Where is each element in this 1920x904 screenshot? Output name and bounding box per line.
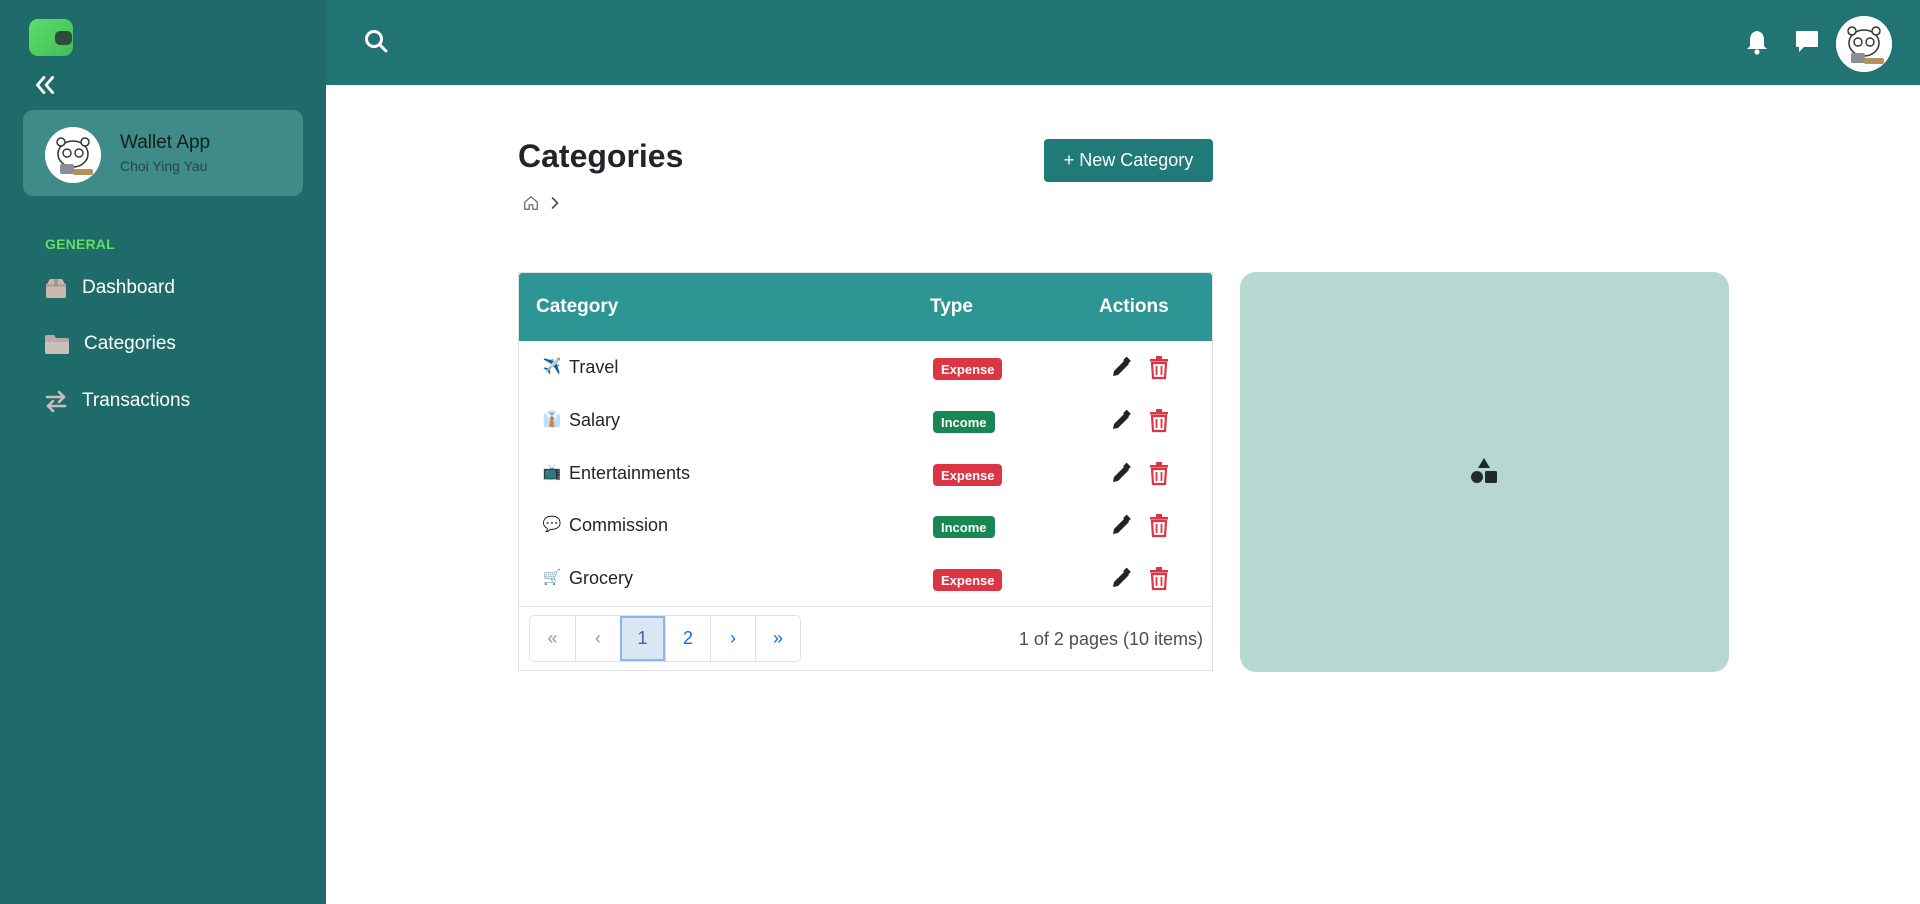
type-badge: Income	[933, 516, 995, 538]
type-badge: Expense	[933, 358, 1003, 380]
edit-pencil-icon[interactable]	[1109, 567, 1133, 591]
new-category-button[interactable]: + New Category	[1044, 139, 1213, 182]
sidebar: Wallet App Choi Ying Yau GENERAL Dashboa…	[0, 0, 326, 904]
user-avatar[interactable]	[1836, 16, 1892, 72]
category-name: Travel	[569, 357, 619, 377]
category-emoji-icon: 📺	[542, 464, 562, 481]
sidebar-item-label: Transactions	[82, 390, 191, 411]
type-badge: Expense	[933, 464, 1003, 486]
table-row: 🛒 Grocery Expense	[519, 552, 1212, 605]
table-header: Category Type Actions	[519, 273, 1212, 341]
category-name: Entertainments	[569, 463, 691, 483]
category-emoji-icon: 👔	[542, 411, 562, 428]
user-name: Choi Ying Yau	[120, 158, 208, 174]
avatar	[45, 127, 101, 183]
first-page-button[interactable]: «	[530, 616, 575, 661]
table-row: 👔 Salary Income	[519, 394, 1212, 447]
last-page-button[interactable]: »	[755, 616, 800, 661]
section-label-general: GENERAL	[45, 236, 115, 252]
arrows-swap-icon	[44, 389, 68, 413]
delete-trash-icon[interactable]	[1148, 566, 1170, 591]
category-name: Commission	[569, 515, 669, 535]
sidebar-item-label: Dashboard	[82, 277, 175, 298]
edit-pencil-icon[interactable]	[1109, 356, 1133, 380]
category-emoji-icon: ✈️	[542, 358, 562, 375]
sidebar-item-transactions[interactable]: Transactions	[44, 384, 190, 418]
search-icon[interactable]	[362, 27, 390, 55]
folder-icon	[44, 332, 70, 356]
category-emoji-icon: 💬	[542, 516, 562, 533]
page-title: Categories	[518, 138, 684, 174]
delete-trash-icon[interactable]	[1148, 461, 1170, 486]
bell-icon[interactable]	[1744, 28, 1770, 56]
column-header-type[interactable]: Type	[930, 296, 973, 318]
page-info: 1 of 2 pages (10 items)	[1018, 629, 1203, 649]
table-row: ✈️ Travel Expense	[519, 341, 1212, 394]
pagination: « ‹ 1 2 › »	[529, 615, 801, 662]
page-2-button[interactable]: 2	[665, 616, 710, 661]
topbar	[326, 0, 1920, 85]
app-name: Wallet App	[120, 132, 211, 153]
column-header-actions: Actions	[1099, 296, 1169, 317]
table-row: 📺 Entertainments Expense	[519, 447, 1212, 500]
page-1-button[interactable]: 1	[620, 616, 665, 661]
edit-pencil-icon[interactable]	[1109, 462, 1133, 486]
edit-pencil-icon[interactable]	[1109, 514, 1133, 538]
chat-icon[interactable]	[1794, 28, 1820, 54]
shapes-icon	[1469, 456, 1499, 486]
category-emoji-icon: 🛒	[542, 569, 562, 586]
home-icon[interactable]	[522, 194, 540, 217]
breadcrumb	[522, 194, 560, 217]
sidebar-item-label: Categories	[84, 333, 176, 354]
sidebar-item-dashboard[interactable]: Dashboard	[44, 271, 175, 305]
categories-table: Category Type Actions ✈️ Travel Expense …	[518, 272, 1213, 671]
next-page-button[interactable]: ›	[710, 616, 755, 661]
delete-trash-icon[interactable]	[1148, 408, 1170, 433]
category-name: Salary	[569, 410, 621, 430]
wallet-logo-icon[interactable]	[29, 19, 73, 56]
delete-trash-icon[interactable]	[1148, 355, 1170, 380]
prev-page-button[interactable]: ‹	[575, 616, 620, 661]
column-header-category[interactable]: Category	[536, 296, 618, 318]
type-badge: Expense	[933, 569, 1003, 591]
type-badge: Income	[933, 411, 995, 433]
table-row: 💬 Commission Income	[519, 499, 1212, 552]
user-card[interactable]: Wallet App Choi Ying Yau	[23, 110, 303, 196]
category-name: Grocery	[569, 568, 634, 588]
sidebar-item-categories[interactable]: Categories	[44, 327, 176, 361]
delete-trash-icon[interactable]	[1148, 513, 1170, 538]
chevron-right-icon	[550, 196, 560, 215]
box-icon	[44, 276, 68, 300]
category-preview-panel	[1240, 272, 1729, 672]
collapse-sidebar-icon[interactable]	[32, 72, 58, 98]
table-footer: « ‹ 1 2 › » 1 of 2 pages (10 items)	[519, 606, 1212, 671]
edit-pencil-icon[interactable]	[1109, 409, 1133, 433]
